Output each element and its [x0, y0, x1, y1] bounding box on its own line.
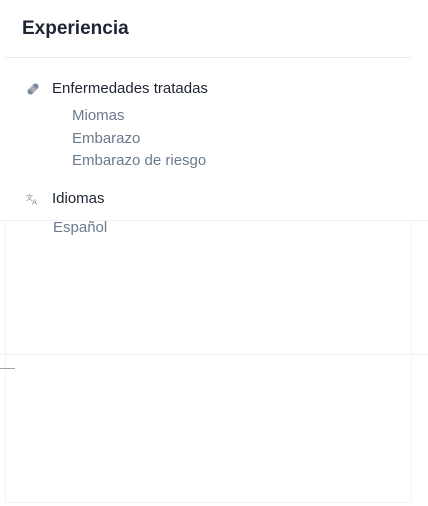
- diseases-section: Enfermedades tratadas Miomas Embarazo Em…: [26, 80, 208, 169]
- divider: [5, 222, 6, 502]
- dash-mark: [0, 368, 15, 369]
- languages-section: 文 A Idiomas Español: [26, 190, 107, 236]
- diseases-label: Enfermedades tratadas: [52, 80, 208, 97]
- languages-label: Idiomas: [52, 190, 105, 207]
- card-title: Experiencia: [22, 18, 129, 39]
- translate-icon: 文 A: [26, 192, 40, 206]
- divider: [0, 220, 428, 221]
- diseases-header: Enfermedades tratadas: [26, 80, 208, 97]
- svg-text:A: A: [32, 198, 37, 206]
- list-item: Embarazo de riesgo: [72, 152, 207, 169]
- list-item: Embarazo: [72, 129, 141, 147]
- divider: [0, 354, 428, 355]
- bandage-icon: [26, 82, 40, 96]
- list-item: Miomas: [72, 107, 125, 124]
- divider: [411, 222, 412, 502]
- languages-header: 文 A Idiomas: [26, 190, 105, 207]
- title-divider: [5, 57, 411, 58]
- diseases-list: Miomas Embarazo Embarazo de riesgo: [72, 105, 206, 173]
- divider: [5, 502, 411, 503]
